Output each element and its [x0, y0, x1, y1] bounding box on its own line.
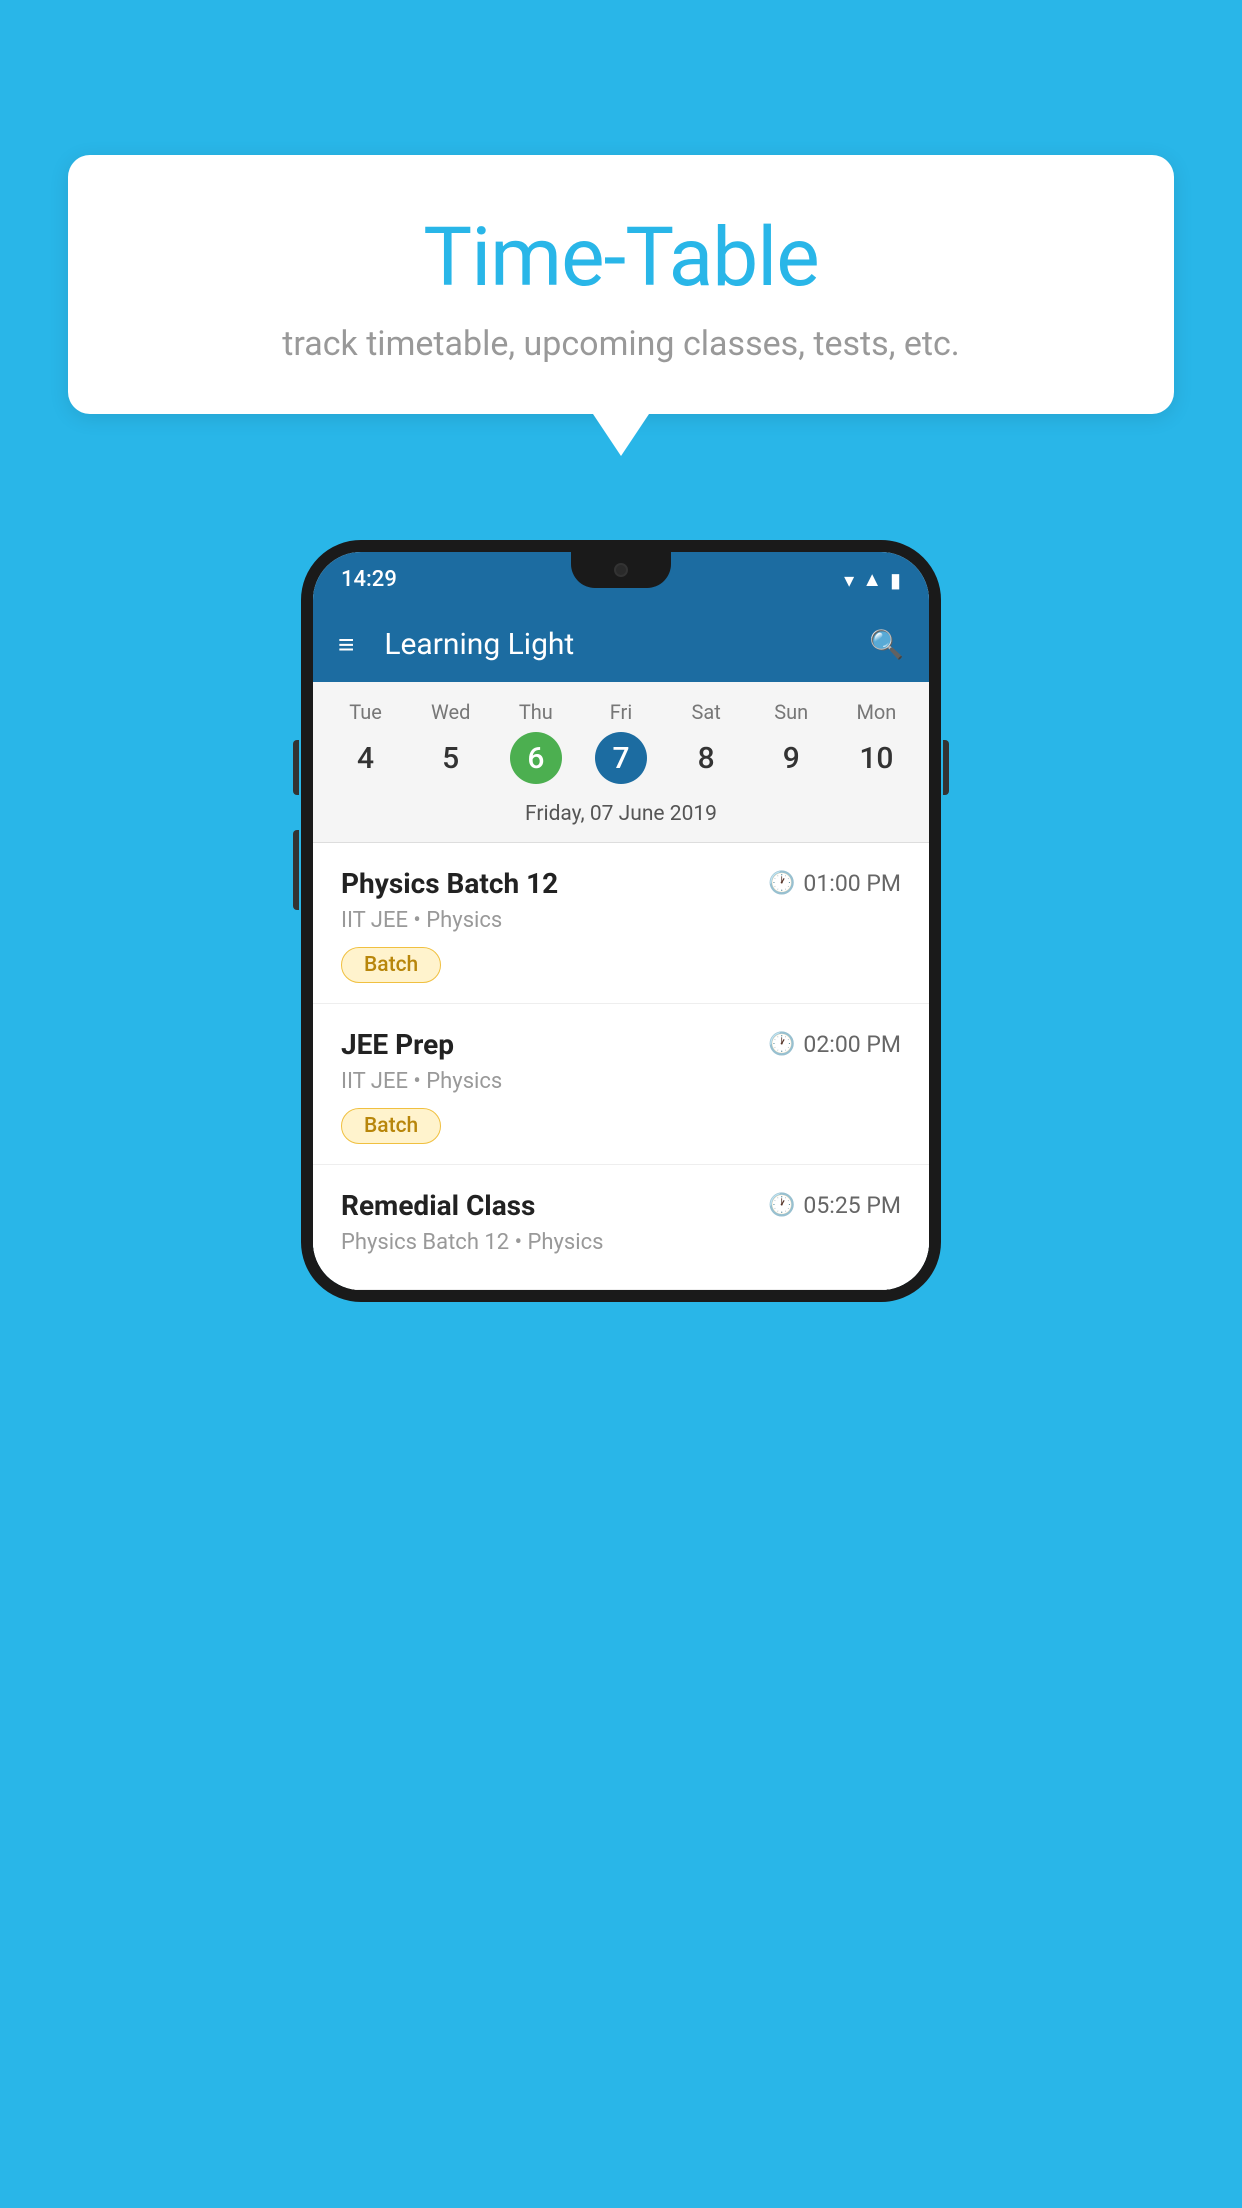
speech-bubble: Time-Table track timetable, upcoming cla… — [68, 155, 1174, 414]
clock-icon: 🕐 — [768, 1032, 795, 1057]
clock-icon: 🕐 — [768, 1193, 795, 1218]
schedule-item-1[interactable]: JEE Prep 🕐 02:00 PM IIT JEE • Physics Ba… — [313, 1004, 929, 1165]
schedule-list: Physics Batch 12 🕐 01:00 PM IIT JEE • Ph… — [313, 843, 929, 1290]
camera — [614, 563, 628, 577]
day-col-fri[interactable]: Fri 7 — [586, 700, 656, 784]
clock-icon: 🕐 — [768, 871, 795, 896]
item-title: Remedial Class — [341, 1189, 535, 1222]
batch-tag: Batch — [341, 947, 441, 983]
status-icons: ▾ ▲ ▮ — [844, 567, 901, 592]
battery-icon: ▮ — [890, 568, 901, 592]
day-col-thu[interactable]: Thu 6 — [501, 700, 571, 784]
item-time: 🕐 05:25 PM — [768, 1192, 901, 1219]
day-number[interactable]: 4 — [340, 732, 392, 784]
day-label: Mon — [856, 700, 896, 724]
vol-up-button — [943, 740, 949, 795]
schedule-item-header: Physics Batch 12 🕐 01:00 PM — [341, 867, 901, 900]
batch-tag: Batch — [341, 1108, 441, 1144]
status-bar: 14:29 ▾ ▲ ▮ — [313, 552, 929, 607]
calendar-strip: Tue 4 Wed 5 Thu 6 Fri 7 Sat 8 Sun 9 Mon 10 Friday, 07… — [313, 682, 929, 843]
day-label: Sun — [774, 700, 808, 724]
app-title: Learning Light — [384, 627, 849, 662]
bubble-title: Time-Table — [128, 210, 1114, 306]
item-time: 🕐 01:00 PM — [768, 870, 901, 897]
day-label: Fri — [610, 700, 632, 724]
item-title: Physics Batch 12 — [341, 867, 558, 900]
item-subtitle: IIT JEE • Physics — [341, 908, 901, 933]
day-col-tue[interactable]: Tue 4 — [331, 700, 401, 784]
item-subtitle: IIT JEE • Physics — [341, 1069, 901, 1094]
schedule-item-header: Remedial Class 🕐 05:25 PM — [341, 1189, 901, 1222]
day-label: Sat — [691, 700, 720, 724]
status-time: 14:29 — [341, 567, 397, 592]
day-label: Thu — [519, 700, 553, 724]
speech-bubble-container: Time-Table track timetable, upcoming cla… — [68, 155, 1174, 414]
signal-icon: ▲ — [862, 567, 882, 592]
bubble-subtitle: track timetable, upcoming classes, tests… — [128, 324, 1114, 364]
day-number[interactable]: 6 — [510, 732, 562, 784]
selected-date-label: Friday, 07 June 2019 — [313, 792, 929, 842]
day-number[interactable]: 7 — [595, 732, 647, 784]
day-number[interactable]: 9 — [765, 732, 817, 784]
item-time: 🕐 02:00 PM — [768, 1031, 901, 1058]
phone-frame: 14:29 ▾ ▲ ▮ ≡ Learning Light 🔍 — [301, 540, 941, 1302]
schedule-item-header: JEE Prep 🕐 02:00 PM — [341, 1028, 901, 1061]
item-title: JEE Prep — [341, 1028, 454, 1061]
day-label: Tue — [349, 700, 382, 724]
day-number[interactable]: 10 — [850, 732, 902, 784]
day-col-wed[interactable]: Wed 5 — [416, 700, 486, 784]
schedule-item-0[interactable]: Physics Batch 12 🕐 01:00 PM IIT JEE • Ph… — [313, 843, 929, 1004]
day-number[interactable]: 5 — [425, 732, 477, 784]
item-subtitle: Physics Batch 12 • Physics — [341, 1230, 901, 1255]
notch — [571, 552, 671, 588]
hamburger-icon[interactable]: ≡ — [338, 631, 354, 659]
day-number[interactable]: 8 — [680, 732, 732, 784]
day-col-mon[interactable]: Mon 10 — [841, 700, 911, 784]
power-button — [293, 830, 299, 910]
schedule-item-2[interactable]: Remedial Class 🕐 05:25 PM Physics Batch … — [313, 1165, 929, 1290]
search-icon[interactable]: 🔍 — [869, 628, 904, 661]
vol-down-button — [293, 740, 299, 795]
days-row: Tue 4 Wed 5 Thu 6 Fri 7 Sat 8 Sun 9 Mon 10 — [313, 682, 929, 792]
day-col-sat[interactable]: Sat 8 — [671, 700, 741, 784]
day-label: Wed — [431, 700, 470, 724]
day-col-sun[interactable]: Sun 9 — [756, 700, 826, 784]
phone-screen: 14:29 ▾ ▲ ▮ ≡ Learning Light 🔍 — [313, 552, 929, 1290]
phone-wrapper: 14:29 ▾ ▲ ▮ ≡ Learning Light 🔍 — [301, 540, 941, 1302]
wifi-icon: ▾ — [844, 568, 854, 592]
app-bar: ≡ Learning Light 🔍 — [313, 607, 929, 682]
